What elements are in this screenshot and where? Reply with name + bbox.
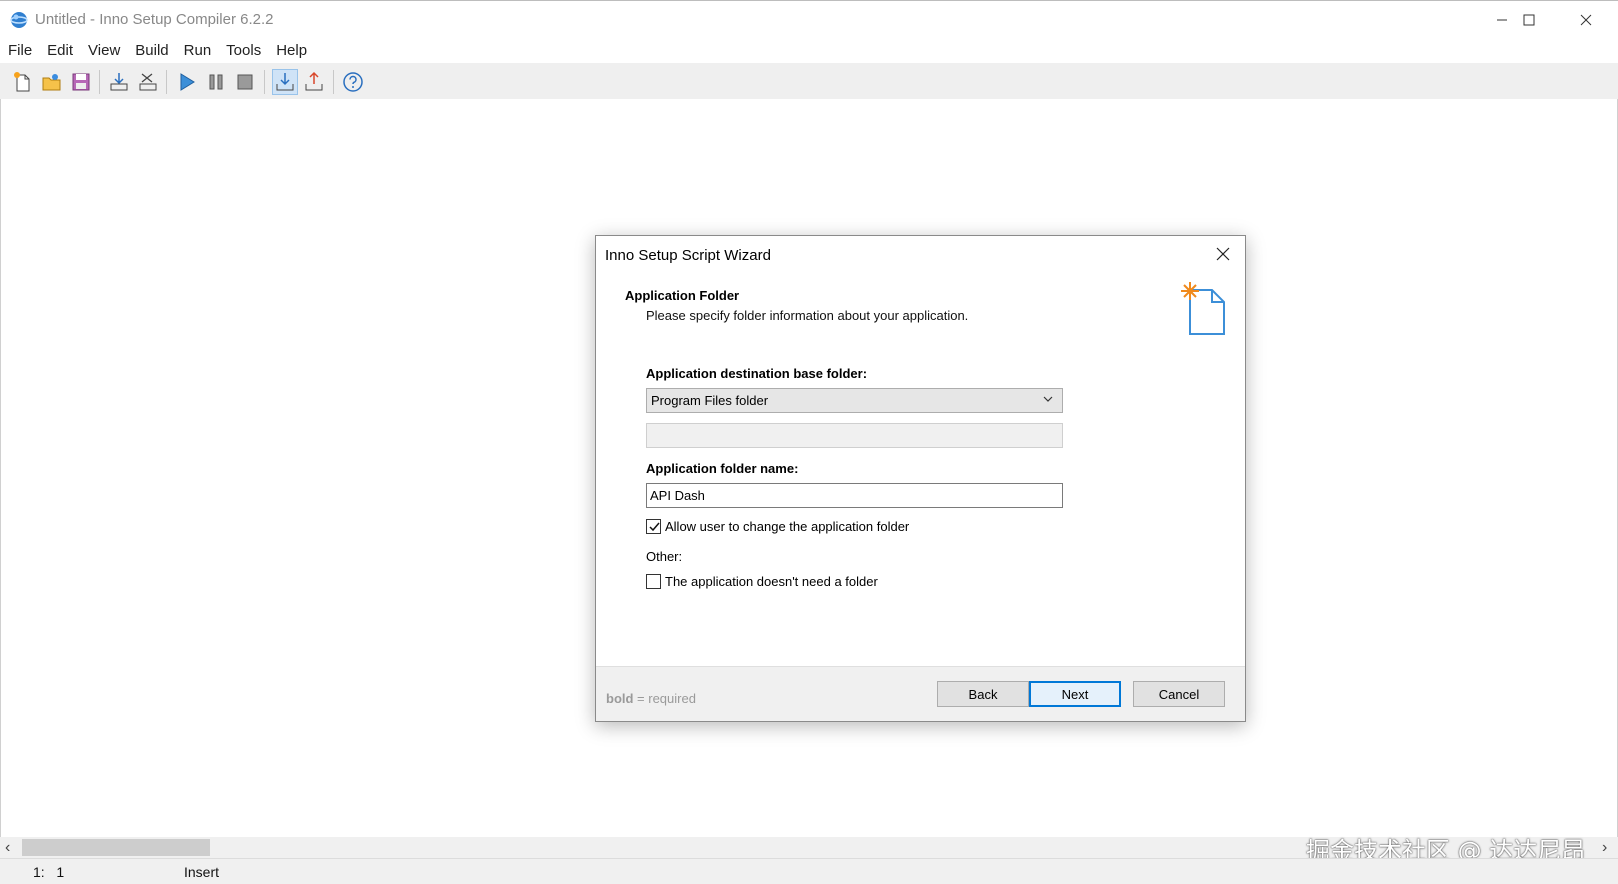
menu-bar: File Edit View Build Run Tools Help: [0, 38, 314, 64]
other-label: Other:: [646, 549, 683, 564]
checkmark-icon: [648, 522, 660, 531]
menu-file[interactable]: File: [0, 38, 39, 64]
maximize-icon: [1523, 14, 1535, 26]
new-file-button[interactable]: [10, 69, 36, 95]
compile-icon: [110, 73, 128, 91]
new-script-icon: [1181, 282, 1225, 335]
toolbar-separator: [99, 70, 100, 94]
dialog-title: Inno Setup Script Wizard: [605, 247, 771, 264]
inno-setup-app-icon: [10, 12, 28, 28]
scroll-thumb[interactable]: [22, 839, 210, 856]
stop-compile-icon: [139, 73, 157, 91]
no-folder-label: The application doesn't need a folder: [665, 574, 878, 589]
target-setup-button[interactable]: [272, 69, 298, 95]
pause-icon: [209, 74, 223, 90]
no-folder-checkbox-row[interactable]: The application doesn't need a folder: [646, 574, 878, 589]
compile-button[interactable]: [106, 69, 132, 95]
custom-base-folder-field: [646, 423, 1063, 448]
menu-view[interactable]: View: [80, 38, 127, 64]
save-icon: [72, 73, 90, 91]
window-title: Untitled - Inno Setup Compiler 6.2.2: [35, 11, 274, 28]
page-subtitle: Please specify folder information about …: [646, 308, 969, 323]
allow-change-label: Allow user to change the application fol…: [665, 519, 910, 534]
legend-bold: bold: [606, 691, 634, 706]
cancel-button[interactable]: Cancel: [1133, 681, 1225, 707]
menu-tools[interactable]: Tools: [218, 38, 268, 64]
target-uninstall-icon: [305, 71, 323, 91]
close-button[interactable]: [1557, 1, 1615, 39]
help-icon: [343, 72, 363, 92]
no-folder-checkbox[interactable]: [646, 574, 661, 589]
stop-button[interactable]: [232, 69, 258, 95]
run-icon: [180, 73, 195, 91]
stop-compile-button[interactable]: [135, 69, 161, 95]
help-button[interactable]: [340, 69, 366, 95]
cursor-position: 1: 1: [33, 864, 65, 880]
base-folder-value: Program Files folder: [651, 393, 769, 408]
open-file-icon: [42, 74, 61, 91]
menu-run[interactable]: Run: [176, 38, 219, 64]
chevron-down-icon: [1043, 396, 1053, 402]
maximize-button[interactable]: [1500, 1, 1558, 39]
dialog-close-button[interactable]: [1201, 236, 1245, 272]
scroll-right-icon[interactable]: ›: [1602, 839, 1607, 857]
toolbar: [0, 63, 1618, 99]
save-button[interactable]: [68, 69, 94, 95]
required-legend: bold = required: [606, 691, 696, 706]
pause-button[interactable]: [203, 69, 229, 95]
base-folder-select[interactable]: Program Files folder: [646, 388, 1063, 413]
allow-change-checkbox[interactable]: [646, 519, 661, 534]
scroll-left-icon[interactable]: ‹: [5, 839, 10, 857]
base-folder-label: Application destination base folder:: [646, 366, 868, 381]
title-bar: Untitled - Inno Setup Compiler 6.2.2: [0, 0, 1618, 38]
toolbar-separator: [264, 70, 265, 94]
close-icon: [1580, 14, 1592, 26]
menu-help[interactable]: Help: [268, 38, 314, 64]
allow-change-checkbox-row[interactable]: Allow user to change the application fol…: [646, 519, 909, 534]
legend-rest: = required: [633, 691, 696, 706]
menu-edit[interactable]: Edit: [39, 38, 80, 64]
stop-icon: [237, 74, 253, 90]
target-uninstall-button[interactable]: [301, 69, 327, 95]
page-title: Application Folder: [625, 288, 740, 303]
back-button[interactable]: Back: [937, 681, 1029, 707]
menu-build[interactable]: Build: [127, 38, 175, 64]
script-wizard-dialog: Inno Setup Script Wizard Application Fol…: [595, 235, 1246, 722]
toolbar-separator: [333, 70, 334, 94]
dialog-footer: bold = required Back Next Cancel: [596, 666, 1245, 721]
run-button[interactable]: [174, 69, 200, 95]
folder-name-value: API Dash: [650, 488, 705, 503]
status-bar: 1: 1 Insert: [0, 858, 1618, 884]
open-file-button[interactable]: [39, 69, 65, 95]
folder-name-label: Application folder name:: [646, 461, 799, 476]
target-setup-icon: [276, 73, 294, 91]
new-file-icon: [14, 72, 30, 92]
insert-mode: Insert: [184, 864, 220, 880]
next-button[interactable]: Next: [1029, 681, 1121, 707]
toolbar-separator: [166, 70, 167, 94]
close-icon: [1216, 247, 1230, 261]
folder-name-input[interactable]: API Dash: [646, 483, 1063, 508]
